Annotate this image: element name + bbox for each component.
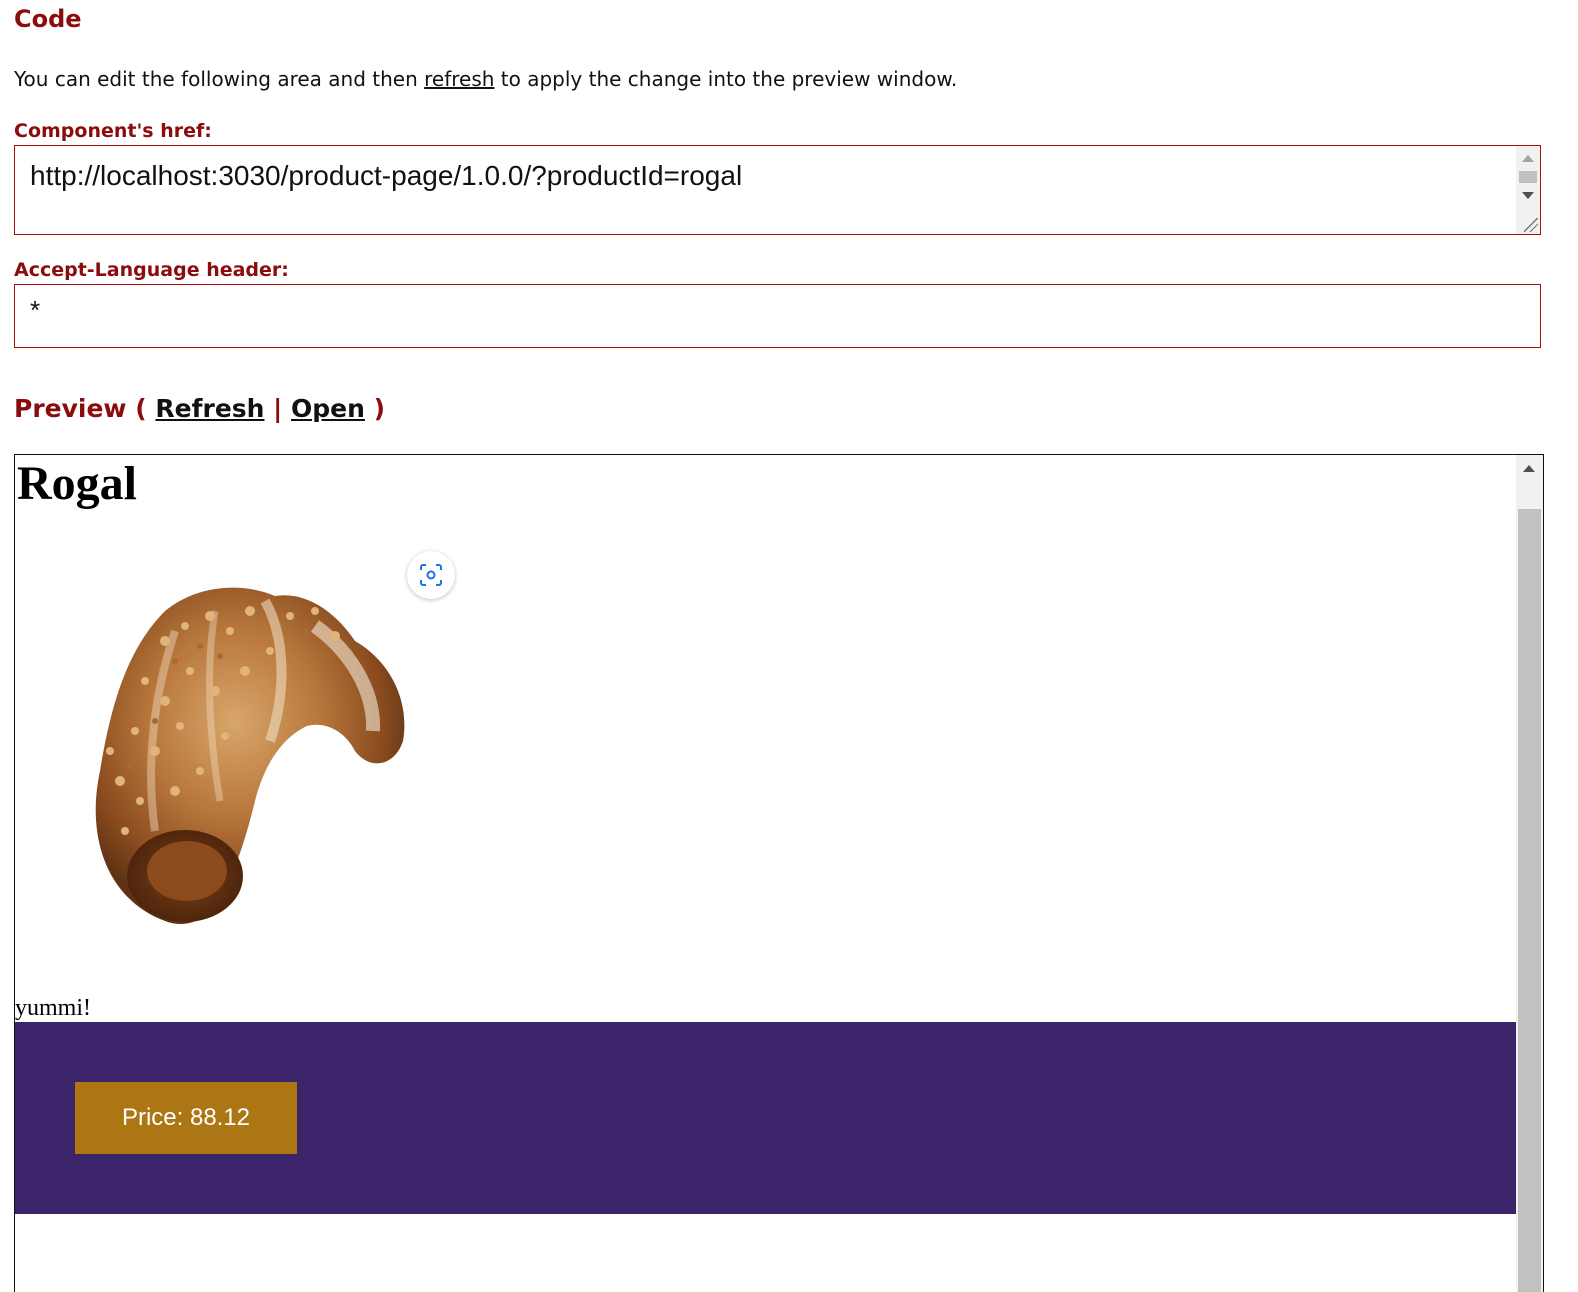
price-button[interactable]: Price: 88.12 bbox=[75, 1082, 297, 1154]
preview-heading: Preview ( Refresh | Open ) bbox=[14, 393, 385, 425]
preview-scrollbar[interactable] bbox=[1516, 455, 1543, 1292]
price-band: Price: 88.12 bbox=[15, 1022, 1517, 1214]
open-paren: ( bbox=[135, 394, 147, 423]
link-separator: | bbox=[273, 394, 283, 423]
scroll-up-arrow-icon[interactable] bbox=[1522, 155, 1534, 162]
visual-search-icon bbox=[420, 564, 442, 586]
scroll-down-arrow-icon[interactable] bbox=[1522, 192, 1534, 199]
preview-scroll-up-icon[interactable] bbox=[1523, 465, 1535, 472]
intro-text: You can edit the following area and then… bbox=[14, 66, 957, 92]
preview-scroll-thumb[interactable] bbox=[1518, 509, 1541, 1292]
product-description: yummi! bbox=[15, 995, 91, 1021]
intro-before: You can edit the following area and then bbox=[14, 67, 425, 91]
page: Code You can edit the following area and… bbox=[0, 0, 1578, 1292]
preview-frame[interactable]: Rogal yummi! Price: 88.12 bbox=[14, 454, 1544, 1292]
scroll-thumb[interactable] bbox=[1519, 171, 1537, 183]
href-label: Component's href: bbox=[14, 120, 212, 142]
href-field-box: http://localhost:3030/product-page/1.0.0… bbox=[14, 145, 1541, 235]
language-input[interactable] bbox=[15, 285, 1540, 347]
visual-search-button[interactable] bbox=[407, 551, 455, 599]
product-title: Rogal bbox=[17, 457, 137, 510]
product-image bbox=[95, 587, 405, 924]
resize-grip-icon[interactable] bbox=[1524, 218, 1538, 232]
intro-refresh-link[interactable]: refresh bbox=[424, 67, 494, 91]
href-textarea-scrollbar[interactable] bbox=[1516, 146, 1540, 234]
intro-after: to apply the change into the preview win… bbox=[494, 67, 958, 91]
preview-label: Preview bbox=[14, 394, 127, 423]
preview-content: Rogal yummi! Price: 88.12 bbox=[15, 455, 1517, 1292]
code-heading: Code bbox=[14, 5, 82, 33]
refresh-link[interactable]: Refresh bbox=[155, 394, 264, 423]
open-link[interactable]: Open bbox=[291, 394, 365, 423]
close-paren: ) bbox=[373, 394, 386, 423]
href-textarea[interactable]: http://localhost:3030/product-page/1.0.0… bbox=[15, 146, 1515, 234]
language-field-box bbox=[14, 284, 1541, 348]
language-label: Accept-Language header: bbox=[14, 259, 289, 281]
